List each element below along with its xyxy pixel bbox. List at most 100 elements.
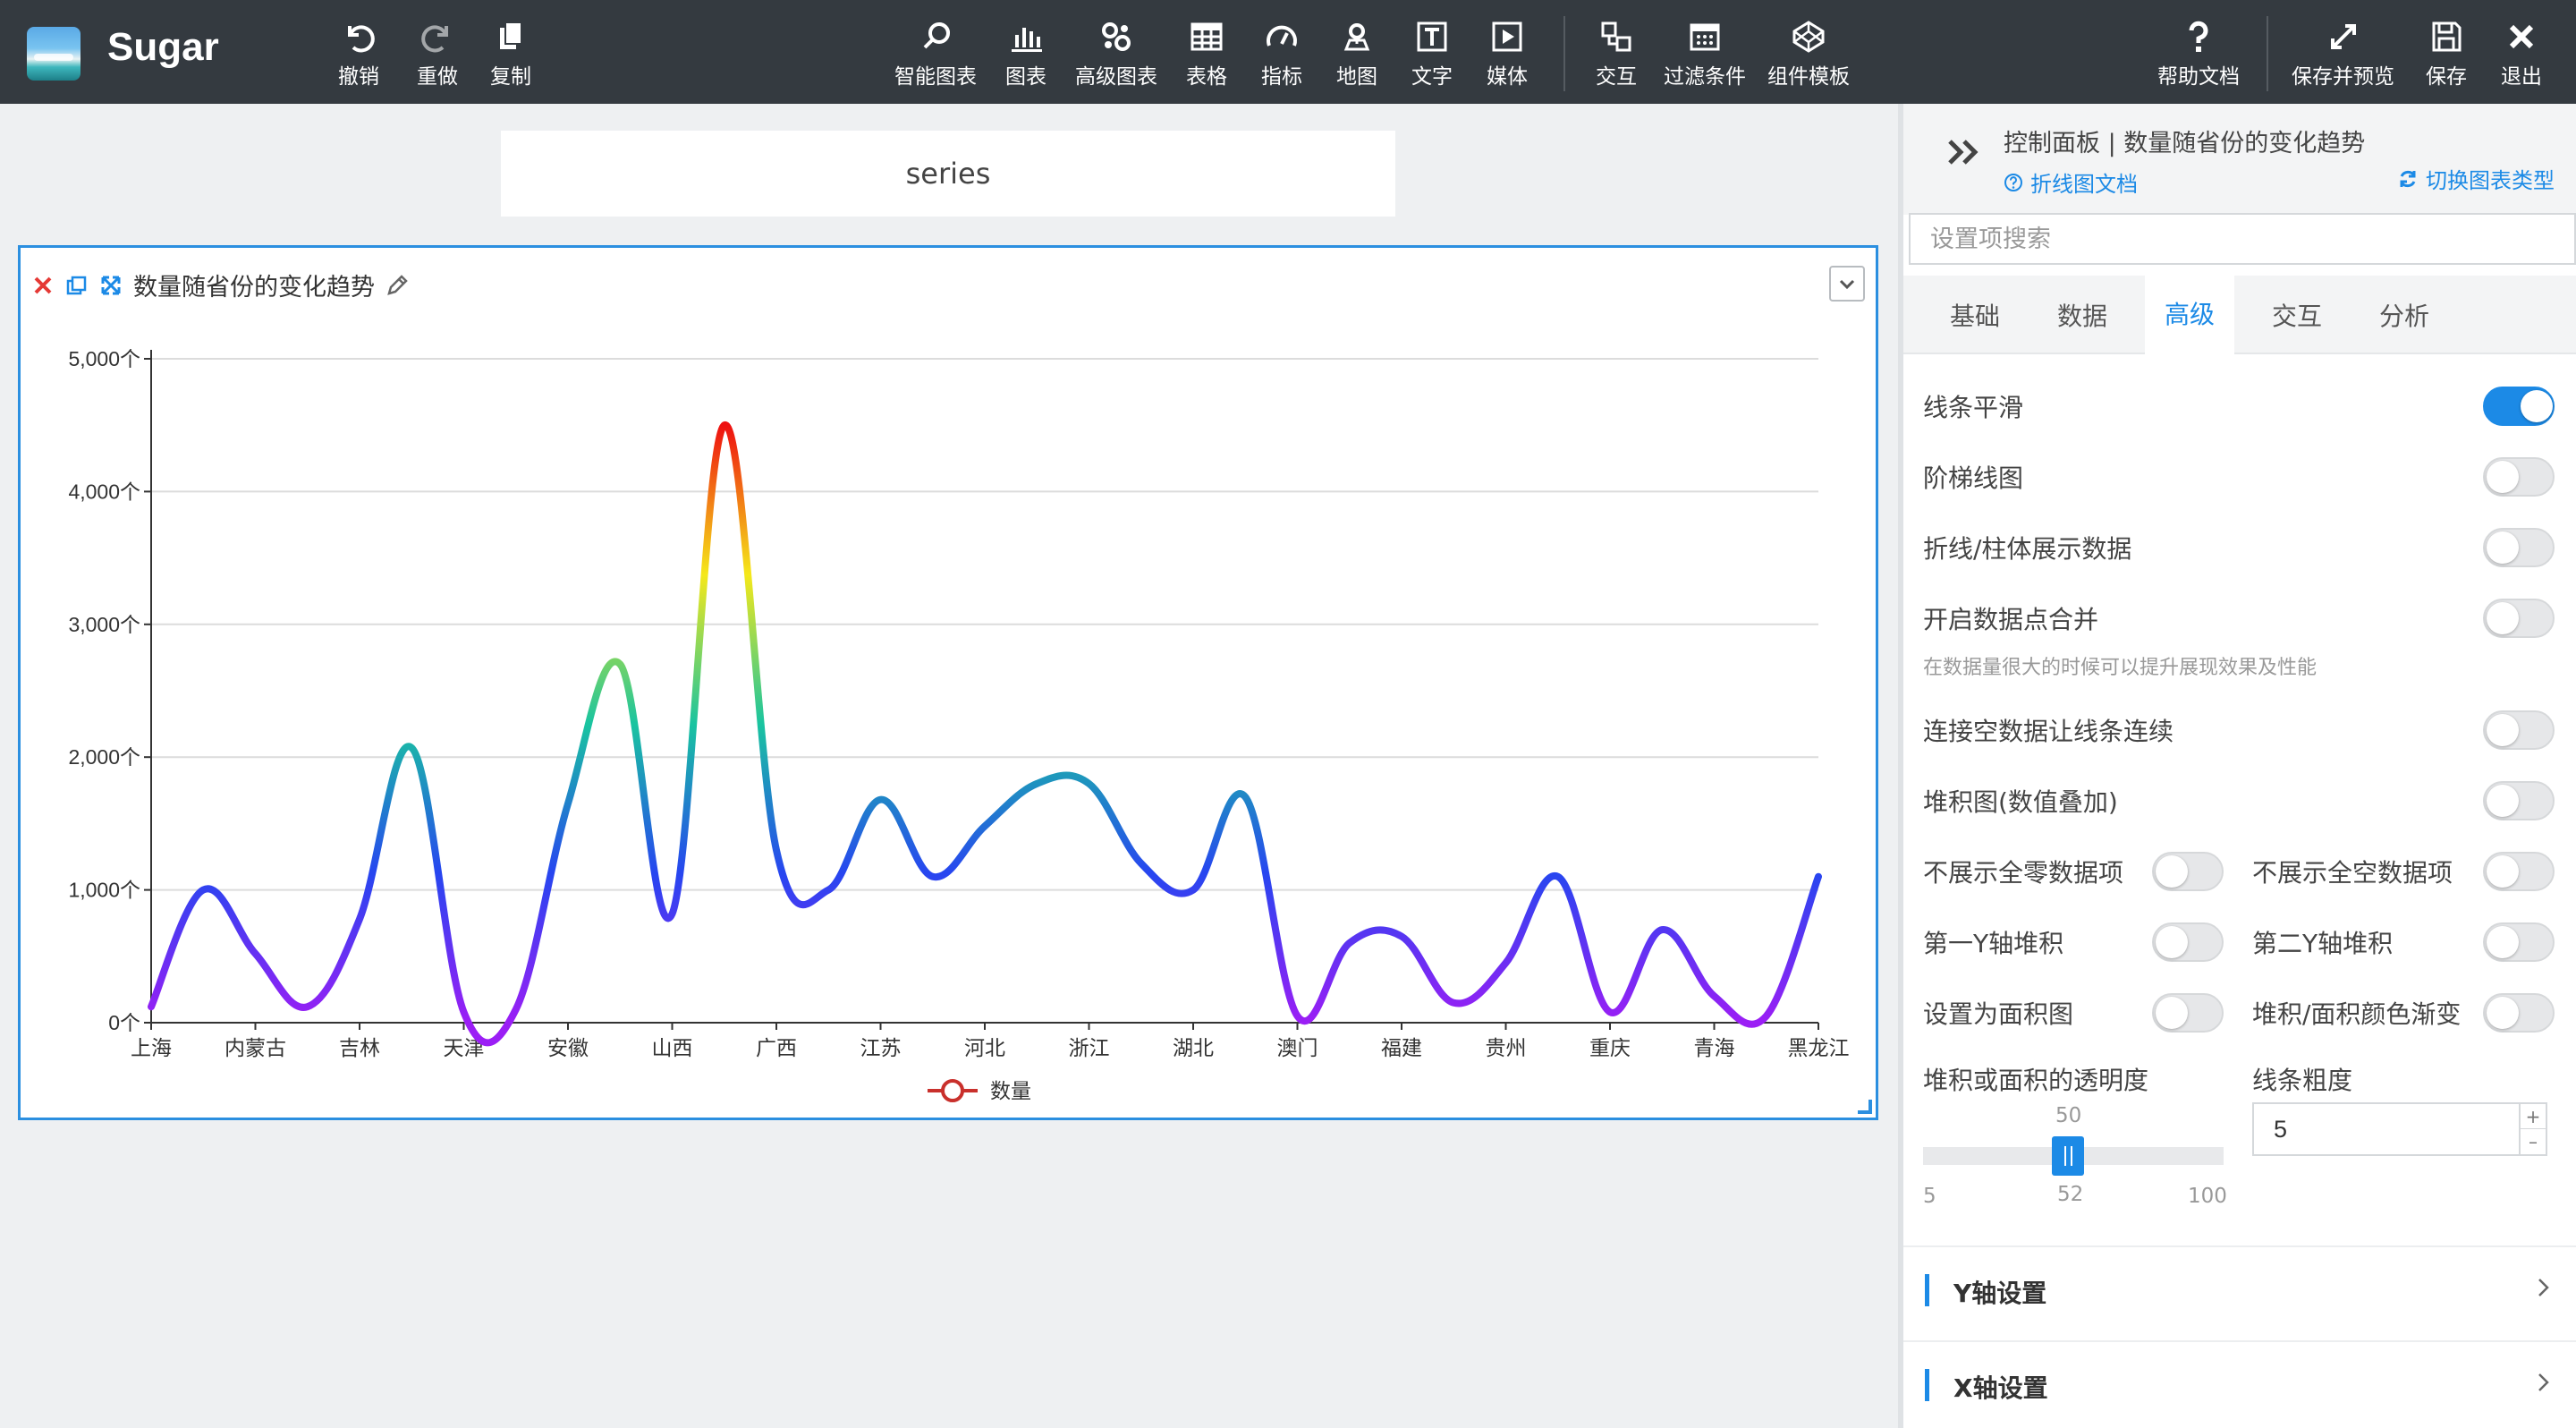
series-line — [148, 421, 1822, 1047]
chevron-right-icon — [2538, 1373, 2549, 1391]
save-button[interactable]: 保存 — [2426, 16, 2467, 93]
stack-toggle[interactable] — [2483, 781, 2555, 820]
x-tick-label: 浙江 — [1069, 1036, 1110, 1059]
tab-analysis[interactable]: 分析 — [2360, 276, 2449, 354]
area-chart-toggle[interactable] — [2152, 993, 2224, 1033]
save-icon — [2428, 16, 2464, 57]
tab-advanced[interactable]: 高级 — [2145, 276, 2234, 354]
y-tick-label: 2,000个 — [68, 745, 140, 769]
x-tick-label: 重庆 — [1589, 1036, 1631, 1059]
opacity-slider-thumb[interactable] — [2052, 1136, 2084, 1176]
increment-button[interactable]: + — [2521, 1104, 2546, 1129]
template-icon — [1791, 16, 1826, 57]
template-button[interactable]: 组件模板 — [1767, 16, 1850, 93]
edit-pencil-icon[interactable] — [386, 274, 409, 297]
bar-chart-icon — [1008, 16, 1044, 57]
resize-handle[interactable] — [1858, 1100, 1872, 1114]
x-tick-label: 吉林 — [339, 1036, 380, 1059]
question-circle-icon — [2004, 173, 2022, 191]
section-marker — [1925, 1369, 1929, 1401]
copy-icon — [493, 16, 529, 57]
chart-axes: 0个1,000个2,000个3,000个4,000个5,000个上海 内蒙古 吉林天… — [68, 347, 1849, 1059]
panel-title: 控制面板 | 数量随省份的变化趋势 — [2004, 130, 2366, 157]
redo-button[interactable]: 重做 — [417, 16, 458, 93]
metric-button[interactable]: 指标 — [1261, 16, 1302, 93]
undo-button[interactable]: 撤销 — [338, 16, 379, 93]
hide-null-toggle[interactable] — [2483, 852, 2555, 891]
collapse-panel-icon[interactable] — [1946, 136, 1982, 172]
area-gradient-toggle[interactable] — [2483, 993, 2555, 1033]
show-data-toggle[interactable] — [2483, 528, 2555, 567]
media-button[interactable]: 媒体 — [1487, 16, 1528, 93]
y-tick-label: 1,000个 — [68, 879, 140, 902]
toolbar-divider — [1563, 16, 1565, 91]
duplicate-icon[interactable] — [65, 274, 89, 297]
x-tick-label: 上海 — [131, 1036, 172, 1059]
y-tick-label: 4,000个 — [68, 480, 140, 503]
chart-menu-dropdown[interactable] — [1829, 266, 1865, 302]
chart-button[interactable]: 图表 — [1005, 16, 1046, 93]
toolbar-divider — [2267, 16, 2268, 91]
section-marker — [1925, 1274, 1929, 1306]
save-preview-button[interactable]: 保存并预览 — [2292, 16, 2394, 93]
chart-component[interactable]: 0个 1,000个 2,000个 3,000个 4,000个 5,000个 上海 内蒙古 吉林天… — [18, 245, 1878, 1120]
x-tick-label: 内蒙古 — [225, 1036, 286, 1059]
advanced-chart-button[interactable]: 高级图表 — [1075, 16, 1157, 93]
interaction-button[interactable]: 交互 — [1596, 16, 1637, 93]
option-label-show-data: 折线/柱体展示数据 — [1923, 534, 2132, 564]
copy-button[interactable]: 复制 — [490, 16, 531, 93]
option-label-connect-null: 连接空数据让线条连续 — [1923, 717, 2174, 746]
y-tick-label: 0个 — [108, 1011, 140, 1034]
line-width-input[interactable] — [2254, 1104, 2504, 1154]
x-tick-label: 贵州 — [1486, 1036, 1527, 1059]
opacity-mid-label: 52 — [2057, 1183, 2084, 1206]
tab-interaction[interactable]: 交互 — [2252, 276, 2342, 354]
help-button[interactable]: 帮助文档 — [2157, 16, 2240, 93]
x-tick-label: 湖北 — [1173, 1036, 1214, 1059]
chart-grid — [151, 358, 1818, 891]
advanced-chart-icon — [1098, 16, 1134, 57]
series-text-component[interactable]: series — [501, 131, 1395, 217]
tab-data[interactable]: 数据 — [2038, 276, 2127, 354]
switch-chart-type-link[interactable]: 切换图表类型 — [2397, 163, 2555, 194]
x-tick-label: 山西 — [652, 1036, 693, 1059]
hide-zero-toggle[interactable] — [2152, 852, 2224, 891]
settings-search-input[interactable] — [1909, 213, 2576, 265]
x-tick-label: 广西 — [756, 1036, 797, 1059]
y1-stack-toggle[interactable] — [2152, 922, 2224, 962]
line-width-stepper[interactable]: + – — [2252, 1102, 2547, 1156]
merge-points-toggle[interactable] — [2483, 599, 2555, 638]
chart-series — [148, 421, 1822, 1047]
merge-points-hint: 在数据量很大的时候可以提升展现效果及性能 — [1923, 657, 2318, 679]
map-button[interactable]: 地图 — [1336, 16, 1377, 93]
chart-legend[interactable]: 数量 — [928, 1079, 1031, 1102]
chart-panel-header: 数量随省份的变化趋势 — [31, 268, 409, 302]
fullscreen-icon[interactable] — [99, 274, 123, 297]
tab-basic[interactable]: 基础 — [1930, 276, 2020, 354]
redo-icon — [419, 16, 455, 57]
x-tick-label: 安徽 — [547, 1036, 589, 1059]
x-tick-label: 黑龙江 — [1788, 1036, 1850, 1059]
filter-button[interactable]: 过滤条件 — [1664, 16, 1746, 93]
interaction-icon — [1598, 16, 1634, 57]
text-button[interactable]: 文字 — [1411, 16, 1453, 93]
delete-icon[interactable] — [31, 274, 55, 297]
y2-stack-toggle[interactable] — [2483, 922, 2555, 962]
table-button[interactable]: 表格 — [1186, 16, 1227, 93]
connect-null-toggle[interactable] — [2483, 710, 2555, 750]
app-name: Sugar — [107, 25, 219, 69]
option-label-step: 阶梯线图 — [1923, 463, 2024, 493]
legend-label[interactable]: 数量 — [990, 1079, 1031, 1102]
step-line-toggle[interactable] — [2483, 457, 2555, 497]
decrement-button[interactable]: – — [2521, 1129, 2546, 1154]
chevron-right-icon — [2538, 1279, 2549, 1296]
top-toolbar: Sugar 撤销 重做 复制 智能图表 图表 高级图表 表格 指标 地图 文字 … — [0, 0, 2576, 104]
x-axis-settings-section[interactable]: X轴设置 — [1903, 1340, 2576, 1428]
smart-chart-button[interactable]: 智能图表 — [894, 16, 977, 93]
chevron-down-icon — [1839, 279, 1855, 290]
exit-button[interactable]: 退出 — [2501, 16, 2542, 93]
y-axis-settings-section[interactable]: Y轴设置 — [1903, 1245, 2576, 1335]
line-chart-doc-link[interactable]: 折线图文档 — [2004, 166, 2138, 198]
option-label-hide-zero: 不展示全零数据项 — [1923, 858, 2124, 888]
smooth-line-toggle[interactable] — [2483, 387, 2555, 426]
